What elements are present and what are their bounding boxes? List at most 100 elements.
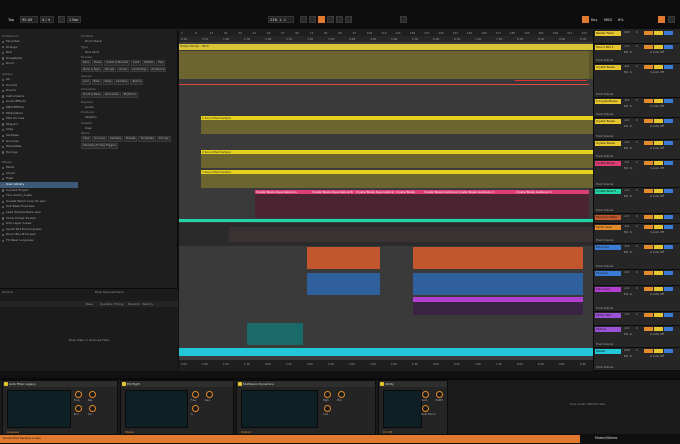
track-name[interactable]: Crystal Bowls xyxy=(595,65,621,70)
device-knob[interactable] xyxy=(436,391,444,398)
arm-button[interactable] xyxy=(664,327,673,331)
device-knob[interactable] xyxy=(74,391,82,398)
device-knob[interactable] xyxy=(323,391,331,398)
track-header[interactable]: Master 0.00 C Ext. In In Auto Off Track Volum… xyxy=(594,348,680,371)
arm-button[interactable] xyxy=(664,119,673,123)
track-activator[interactable] xyxy=(644,99,653,103)
track-lane[interactable] xyxy=(179,51,593,79)
device-knob[interactable] xyxy=(191,391,199,398)
library-item[interactable]: Tunings xyxy=(0,150,78,156)
track-activator[interactable] xyxy=(644,349,653,353)
solo-button[interactable] xyxy=(654,119,663,123)
filter-tag[interactable]: Bass xyxy=(91,79,102,85)
file-item[interactable]: FX Riser Long.wav xyxy=(0,238,78,244)
track-volume[interactable]: -4.0 xyxy=(624,141,629,144)
solo-button[interactable] xyxy=(654,245,663,249)
filter-tag[interactable]: Piano & Keys xyxy=(81,66,102,73)
crystal-bowl-body[interactable] xyxy=(457,194,515,218)
filter-tag[interactable]: Presets xyxy=(124,136,138,142)
solo-button[interactable] xyxy=(654,65,663,69)
filter-value[interactable]: Drum Rack xyxy=(79,39,177,45)
arrangement-view[interactable]: 1 9 17 25 33 41 49 57 65 73 81 89 97 105 113 121 129 137 1… xyxy=(179,30,593,371)
device-knob[interactable] xyxy=(337,391,345,398)
solo-button[interactable] xyxy=(654,189,663,193)
track-lane[interactable]: Crystal Bowls Supernatural A Crystal Bowl… xyxy=(179,190,593,218)
track-pan[interactable]: C xyxy=(636,287,638,290)
track-header[interactable]: Crystal Bowls -4.0 C Ext. In In Auto Off Trac… xyxy=(594,140,680,160)
device-knob[interactable] xyxy=(323,405,331,412)
track-activator[interactable] xyxy=(644,45,653,49)
track-pan[interactable]: C xyxy=(636,31,638,34)
solo-button[interactable] xyxy=(654,313,663,317)
device-display[interactable] xyxy=(383,390,422,428)
collection-item[interactable]: Drum xyxy=(0,61,78,67)
track-lane[interactable] xyxy=(179,247,593,269)
device[interactable]: Multiband Dynamics High Mid Low Output xyxy=(236,380,376,436)
play-icon[interactable] xyxy=(300,16,307,23)
track-pan[interactable]: C xyxy=(636,215,638,218)
crystal-bowl-body[interactable] xyxy=(311,194,355,218)
filter-tag[interactable]: Bass xyxy=(81,60,92,66)
track-activator[interactable] xyxy=(644,327,653,331)
session-record-icon[interactable] xyxy=(345,16,352,23)
track-lane[interactable]: Tempo Tempo - Pitch xyxy=(179,44,593,50)
device-power-icon[interactable] xyxy=(122,382,126,386)
crystal-bowl-body[interactable] xyxy=(255,194,311,218)
filter-tag[interactable]: Lead xyxy=(130,60,142,66)
solo-button[interactable] xyxy=(654,31,663,35)
track-name[interactable]: Master Fader xyxy=(595,31,621,36)
track-header[interactable]: Sub Layer -2.0 C Ext. In In Auto Off Track Vo… xyxy=(594,286,680,312)
tap-button[interactable]: Tap xyxy=(8,18,14,22)
track-pan[interactable]: C xyxy=(636,141,638,144)
track-volume[interactable]: -6.0 xyxy=(624,99,629,102)
overdub-icon[interactable] xyxy=(327,16,334,23)
track-name[interactable]: Sub Layer xyxy=(595,287,621,292)
track-lane[interactable] xyxy=(179,273,593,295)
track-name[interactable]: Crystal Bowls xyxy=(595,161,621,166)
filter-tag[interactable]: Techno xyxy=(130,79,144,85)
device-knob[interactable] xyxy=(422,405,430,412)
track-name[interactable]: Atmos Pad xyxy=(595,313,621,318)
track-header[interactable]: Crystal Bowls -6.0 C Ext. In In Auto Off Trac… xyxy=(594,118,680,140)
crystal-bowl-body[interactable] xyxy=(515,194,589,218)
filter-tag[interactable]: Grooves xyxy=(92,136,107,142)
device-knob[interactable] xyxy=(88,391,96,398)
track-header[interactable]: Sound Pad 1 -3.5 C Ext. In In Auto Off Track … xyxy=(594,44,680,64)
track-lane[interactable]: 1 Sound Pad Sample xyxy=(179,116,593,134)
texture-clip[interactable] xyxy=(247,323,303,345)
solo-button[interactable] xyxy=(654,225,663,229)
device-display[interactable] xyxy=(7,390,71,428)
arm-button[interactable] xyxy=(664,45,673,49)
arrangement-position[interactable]: 226. 1. 1 xyxy=(268,16,294,23)
crystal-bowl-body[interactable] xyxy=(355,194,395,218)
track-volume[interactable]: -6.0 xyxy=(624,65,629,68)
solo-button[interactable] xyxy=(654,327,663,331)
automation-arm-icon[interactable] xyxy=(336,16,343,23)
track-activator[interactable] xyxy=(644,161,653,165)
arm-button[interactable] xyxy=(664,225,673,229)
track-pan[interactable]: C xyxy=(636,65,638,68)
solo-button[interactable] xyxy=(654,287,663,291)
track-activator[interactable] xyxy=(644,313,653,317)
solo-button[interactable] xyxy=(654,271,663,275)
track-lane[interactable] xyxy=(179,80,593,110)
track-pan[interactable]: C xyxy=(636,161,638,164)
filter-tag[interactable]: Mallets xyxy=(142,60,156,66)
device[interactable]: Utility Gain Width Bass Mono 0.0 dB xyxy=(378,380,448,436)
arm-button[interactable] xyxy=(664,287,673,291)
track-header[interactable]: Master Fader 0.00 C xyxy=(594,30,680,44)
device-power-icon[interactable] xyxy=(238,382,242,386)
pad-clip[interactable] xyxy=(179,51,589,79)
filter-tag[interactable]: Strings xyxy=(102,66,116,73)
track-name[interactable]: Crystal Bowls xyxy=(595,119,621,124)
filter-tag[interactable]: Tunings xyxy=(156,136,171,142)
harmonic-clip[interactable] xyxy=(413,247,583,269)
track-header[interactable]: Atmos Pad -7.0 C xyxy=(594,312,680,326)
track-pan[interactable]: C xyxy=(636,327,638,330)
device-knob[interactable] xyxy=(74,405,82,412)
track-name[interactable]: FX Send xyxy=(595,271,621,276)
sound-pad-body[interactable] xyxy=(201,174,593,188)
track-pan[interactable]: C xyxy=(636,99,638,102)
track-pan[interactable]: C xyxy=(636,45,638,48)
track-header[interactable]: Pluck Arp -5.0 C Ext. In In Auto Off Track Vo… xyxy=(594,244,680,270)
